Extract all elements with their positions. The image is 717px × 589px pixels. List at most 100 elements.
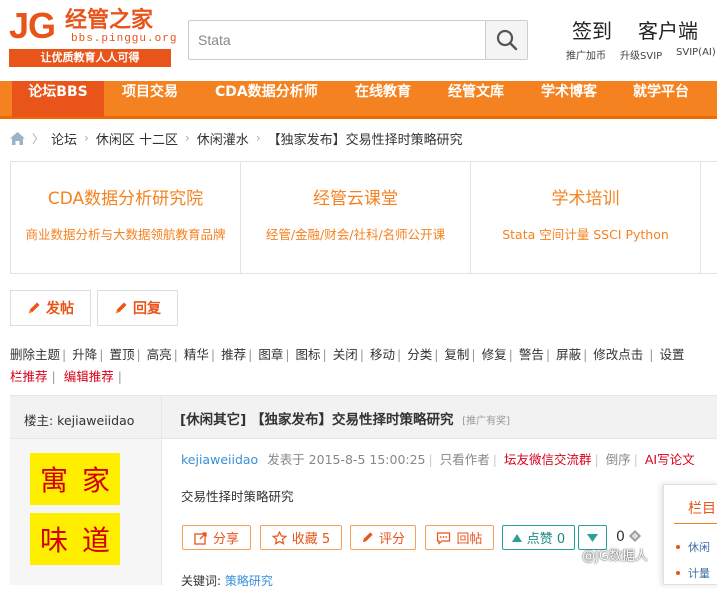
side-item-econometrics[interactable]: 计量	[688, 565, 710, 581]
mod-move[interactable]: 移动	[370, 347, 395, 362]
svip-link[interactable]: SVIP(AI)	[676, 47, 716, 58]
favorite-label: 收藏 5	[291, 532, 331, 547]
promo-cda[interactable]: CDA数据分析研究院 商业数据分析与大数据领航教育品牌	[11, 162, 241, 273]
main-nav: 论坛BBS 项目交易 CDA数据分析师 在线教育 经管文库 学术博客 就学平台	[0, 81, 717, 119]
like-label: 点赞 0	[526, 532, 566, 547]
breadcrumb-separator-icon: ›	[184, 131, 190, 145]
breadcrumb-board[interactable]: 休闲灌水	[197, 129, 249, 148]
keywords-label: 关键词:	[181, 574, 222, 588]
client-link[interactable]: 客户端	[638, 15, 698, 44]
moderator-toolbar-2: 栏推荐 | 编辑推荐 |	[10, 369, 122, 384]
avatar-bottom: 味 道	[30, 513, 120, 565]
mod-sticky[interactable]: 置顶	[109, 347, 134, 362]
comment-icon	[437, 531, 451, 545]
ai-paper-link[interactable]: AI写论文	[645, 452, 695, 467]
wechat-group-link[interactable]: 坛友微信交流群	[504, 452, 592, 467]
keyword-link[interactable]: 策略研究	[225, 574, 273, 588]
reply-post-button[interactable]: 回帖	[425, 525, 494, 550]
moderator-toolbar: 删除主题 | 升降 | 置顶 | 高亮 | 精华 | 推荐 | 图章 | 图标 | 关闭 | 移动…	[10, 347, 685, 362]
mod-delete[interactable]: 删除主题	[10, 347, 60, 362]
author-sidebar: 寓 家 味 道	[10, 439, 162, 585]
site-logo[interactable]: JG 经管之家 bbs.pinggu.org 让优质教育人人可得	[9, 6, 178, 68]
side-column-panel: 栏目 休闲 计量	[663, 484, 717, 585]
reverse-order-link[interactable]: 倒序	[606, 452, 631, 467]
new-post-label: 发帖	[46, 301, 74, 317]
like-button[interactable]: 点赞 0	[502, 525, 575, 550]
reply-button[interactable]: 回复	[97, 290, 178, 326]
post-author-link[interactable]: kejiaweiidao	[181, 452, 258, 467]
promo-training[interactable]: 学术培训 Stata 空间计量 SSCI Python	[471, 162, 701, 273]
promote-link[interactable]: 推广加币	[566, 47, 606, 62]
triangle-up-icon	[511, 533, 522, 542]
promo-title: 学术培训	[551, 189, 620, 209]
promo-banner: CDA数据分析研究院 商业数据分析与大数据领航教育品牌 经管云课堂 经管/金融/…	[10, 161, 717, 274]
mod-repair[interactable]: 修复	[482, 347, 507, 362]
breadcrumb-separator-icon: ›	[255, 131, 261, 145]
star-icon	[271, 530, 287, 545]
promo-cloud-class[interactable]: 经管云课堂 经管/金融/财会/社科/名师公开课	[241, 162, 471, 273]
seal-char: 道	[82, 524, 111, 557]
share-icon	[194, 531, 207, 545]
promo-subtitle: 商业数据分析与大数据领航教育品牌	[25, 227, 226, 242]
pencil-icon	[115, 302, 127, 314]
reply-post-label: 回帖	[456, 532, 483, 547]
breadcrumb-forum[interactable]: 论坛	[51, 129, 77, 148]
upgrade-link[interactable]: 升级SVIP	[620, 47, 662, 62]
pencil-icon	[28, 302, 40, 314]
promo-title: 经管云课堂	[313, 189, 398, 209]
mod-highlight[interactable]: 高亮	[147, 347, 172, 362]
mod-close[interactable]: 关闭	[333, 347, 358, 362]
coin-icon	[629, 530, 642, 542]
reply-label: 回复	[133, 301, 161, 317]
home-icon[interactable]	[10, 131, 25, 145]
mod-edit-clicks[interactable]: 修改点击	[593, 347, 643, 362]
breadcrumb: 〉 论坛 › 休闲区 十二区 › 休闲灌水 › 【独家发布】交易性择时策略研究	[10, 128, 463, 148]
nav-bbs[interactable]: 论坛BBS	[12, 81, 104, 117]
nav-education[interactable]: 在线教育	[355, 81, 411, 117]
mod-digest[interactable]: 精华	[184, 347, 209, 362]
rate-button[interactable]: 评分	[350, 525, 416, 550]
mod-settings[interactable]: 设置	[659, 347, 684, 362]
share-button[interactable]: 分享	[182, 525, 251, 550]
search-button[interactable]	[485, 21, 527, 59]
seal-char: 味	[39, 524, 68, 557]
pencil-icon	[362, 532, 373, 543]
mod-warn[interactable]: 警告	[519, 347, 544, 362]
breadcrumb-separator-icon: 〉	[32, 131, 45, 146]
thread-title-text: [休闲其它] 【独家发布】交易性择时策略研究	[180, 412, 454, 428]
mod-copy[interactable]: 复制	[444, 347, 469, 362]
side-divider	[674, 523, 717, 524]
thread-header: 楼主: kejiaweiidao [休闲其它] 【独家发布】交易性择时策略研究 …	[10, 395, 717, 440]
seal-char: 家	[82, 464, 111, 497]
mod-stamp[interactable]: 图章	[258, 347, 283, 362]
mod-block[interactable]: 屏蔽	[556, 347, 581, 362]
search-input[interactable]	[189, 21, 485, 59]
mod-recommend[interactable]: 推荐	[221, 347, 246, 362]
only-author-link[interactable]: 只看作者	[440, 452, 490, 467]
new-post-button[interactable]: 发帖	[10, 290, 91, 326]
promo-tag[interactable]: [推广有奖]	[462, 416, 510, 427]
search-box	[188, 20, 528, 60]
nav-library[interactable]: 经管文库	[448, 81, 504, 117]
mod-editor-recommend[interactable]: 编辑推荐	[64, 369, 114, 384]
share-label: 分享	[212, 532, 239, 547]
favorite-button[interactable]: 收藏 5	[260, 525, 342, 550]
watermark: @JG数据人	[582, 545, 648, 564]
mod-icon[interactable]: 图标	[296, 347, 321, 362]
mod-column-recommend[interactable]: 栏推荐	[10, 369, 48, 384]
promo-title: CDA数据分析研究院	[47, 189, 204, 209]
mod-bump[interactable]: 升降	[72, 347, 97, 362]
nav-study[interactable]: 就学平台	[633, 81, 689, 117]
breadcrumb-zone[interactable]: 休闲区 十二区	[96, 129, 178, 148]
coin-count: 0	[616, 529, 642, 545]
logo-slogan: 让优质教育人人可得	[9, 49, 171, 67]
post-meta: kejiaweiidao 发表于 2015-8-5 15:00:25 | 只看作者…	[181, 452, 695, 467]
nav-blog[interactable]: 学术博客	[541, 81, 597, 117]
signin-link[interactable]: 签到	[572, 15, 612, 44]
nav-project[interactable]: 项目交易	[122, 81, 178, 117]
nav-cda[interactable]: CDA数据分析师	[215, 81, 318, 117]
avatar[interactable]: 寓 家	[30, 453, 120, 505]
logo-url: bbs.pinggu.org	[71, 33, 178, 45]
mod-category[interactable]: 分类	[407, 347, 432, 362]
side-item-leisure[interactable]: 休闲	[688, 539, 710, 555]
